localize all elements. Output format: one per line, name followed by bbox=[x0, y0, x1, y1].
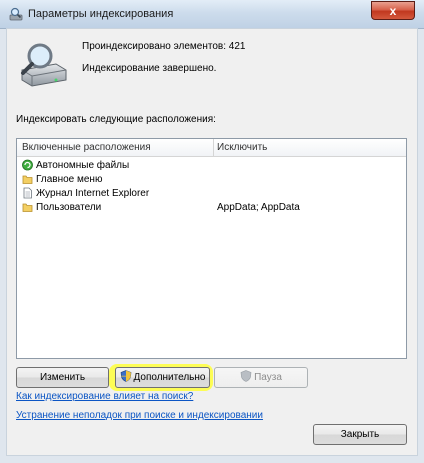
uac-shield-icon bbox=[120, 370, 131, 382]
column-divider[interactable] bbox=[213, 139, 214, 156]
locations-table[interactable]: Включенные расположения Исключить Автоно… bbox=[16, 138, 407, 359]
table-row[interactable]: Пользователи AppData; AppData bbox=[17, 201, 406, 215]
location-name: Журнал Internet Explorer bbox=[36, 188, 150, 199]
table-header: Включенные расположения Исключить bbox=[17, 139, 406, 157]
modify-button-label: Изменить bbox=[39, 372, 86, 383]
indexing-status-text: Индексирование завершено. bbox=[82, 63, 217, 74]
locations-label: Индексировать следующие расположения: bbox=[16, 114, 216, 125]
location-name: Главное меню bbox=[36, 174, 103, 185]
pause-button-label: Пауза bbox=[254, 372, 282, 383]
offline-files-icon bbox=[22, 159, 33, 171]
location-name: Пользователи bbox=[36, 202, 102, 213]
close-button-label: Закрыть bbox=[340, 429, 380, 440]
pause-button[interactable]: Пауза bbox=[214, 367, 308, 388]
uac-shield-icon bbox=[240, 370, 252, 382]
close-window-button[interactable]: x bbox=[371, 1, 415, 20]
search-impact-link[interactable]: Как индексирование влияет на поиск? bbox=[16, 391, 193, 402]
indexing-drive-magnifier-icon bbox=[21, 43, 67, 87]
window-title: Параметры индексирования bbox=[28, 8, 174, 20]
location-name: Автономные файлы bbox=[36, 160, 130, 171]
column-header-included[interactable]: Включенные расположения bbox=[22, 142, 151, 153]
folder-icon bbox=[22, 175, 33, 184]
indexed-count-text: Проиндексировано элементов: 421 bbox=[82, 41, 246, 52]
modify-button[interactable]: Изменить bbox=[16, 367, 109, 388]
location-exclusions: AppData; AppData bbox=[217, 202, 300, 213]
indexing-options-icon bbox=[9, 7, 23, 21]
column-header-exclude[interactable]: Исключить bbox=[217, 142, 267, 153]
document-icon bbox=[23, 187, 32, 199]
advanced-button-label: Дополнительно bbox=[133, 372, 206, 383]
troubleshoot-link[interactable]: Устранение неполадок при поиске и индекс… bbox=[16, 410, 263, 421]
table-row[interactable]: Журнал Internet Explorer bbox=[17, 187, 406, 201]
advanced-button[interactable]: Дополнительно bbox=[115, 367, 210, 388]
table-row[interactable]: Автономные файлы bbox=[17, 159, 406, 173]
folder-icon bbox=[22, 203, 33, 212]
table-row[interactable]: Главное меню bbox=[17, 173, 406, 187]
title-bar: Параметры индексирования x bbox=[0, 0, 424, 29]
close-button[interactable]: Закрыть bbox=[313, 424, 407, 445]
